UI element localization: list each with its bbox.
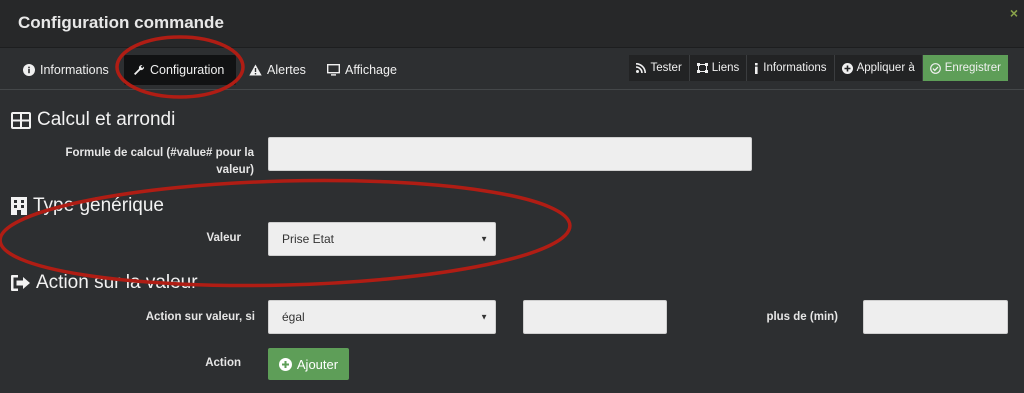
formula-input[interactable] (268, 137, 752, 171)
section-title-text: Type générique (33, 195, 164, 216)
condition-label: Action sur valeur, si (145, 311, 255, 323)
info-circle-icon (23, 64, 35, 76)
tab-label: Informations (40, 63, 109, 77)
modal-title: Configuration commande (18, 13, 224, 32)
links-label: Liens (711, 62, 740, 74)
add-label: Ajouter (296, 356, 339, 372)
tab-alertes[interactable]: Alertes (240, 55, 315, 85)
add-action-button[interactable]: Ajouter (268, 348, 349, 380)
close-icon[interactable]: × (1010, 5, 1018, 21)
apply-label: Appliquer à (856, 62, 915, 74)
section-action-title: Action sur la valeur (11, 272, 198, 294)
sign-out-icon (11, 275, 30, 291)
modal-header: Configuration commande × (0, 0, 1024, 48)
select-value: Prise Etat (282, 232, 335, 246)
save-button[interactable]: Enregistrer (922, 55, 1008, 81)
tab-label: Affichage (345, 63, 397, 77)
save-label: Enregistrer (944, 62, 1001, 74)
info-label: Informations (763, 62, 827, 74)
check-circle-icon (929, 62, 941, 74)
test-button[interactable]: Tester (629, 55, 690, 81)
duration-label: plus de (min) (766, 311, 838, 323)
tab-label: Alertes (267, 63, 306, 77)
rss-icon (636, 63, 647, 73)
tab-label: Configuration (150, 63, 225, 77)
wrench-icon (134, 64, 145, 75)
action-label: Action (205, 357, 241, 369)
tab-informations[interactable]: Informations (14, 55, 118, 85)
plus-circle-icon (841, 62, 853, 74)
section-calc-title: Calcul et arrondi (11, 109, 175, 131)
apply-to-button[interactable]: Appliquer à (834, 55, 923, 81)
tab-configuration[interactable]: Configuration (124, 55, 236, 85)
condition-value-input[interactable] (523, 300, 667, 334)
generic-type-select[interactable]: Prise Etat ▼ (268, 222, 496, 256)
info-button[interactable]: Informations (747, 55, 835, 81)
formula-label: Formule de calcul (#value# pour la valeu… (65, 147, 254, 176)
info-icon (755, 62, 758, 74)
duration-input[interactable] (863, 300, 1008, 334)
warning-icon (249, 64, 262, 76)
toolbar: Tester Liens Informations Appliquer à En… (629, 55, 1008, 81)
section-generic-title: Type générique (11, 195, 164, 217)
section-title-text: Calcul et arrondi (37, 109, 176, 130)
select-value: égal (282, 310, 305, 324)
condition-select[interactable]: égal ▼ (268, 300, 496, 334)
test-label: Tester (650, 62, 682, 74)
section-title-text: Action sur la valeur (36, 272, 198, 293)
monitor-icon (327, 64, 340, 76)
sitemap-icon (696, 63, 708, 73)
plus-circle-icon (278, 357, 292, 371)
value-label: Valeur (206, 232, 241, 244)
links-button[interactable]: Liens (689, 55, 748, 81)
building-icon (11, 197, 27, 215)
calculator-icon (11, 111, 31, 129)
tab-affichage[interactable]: Affichage (318, 55, 406, 85)
caret-down-icon: ▼ (480, 234, 488, 244)
caret-down-icon: ▼ (480, 312, 488, 322)
